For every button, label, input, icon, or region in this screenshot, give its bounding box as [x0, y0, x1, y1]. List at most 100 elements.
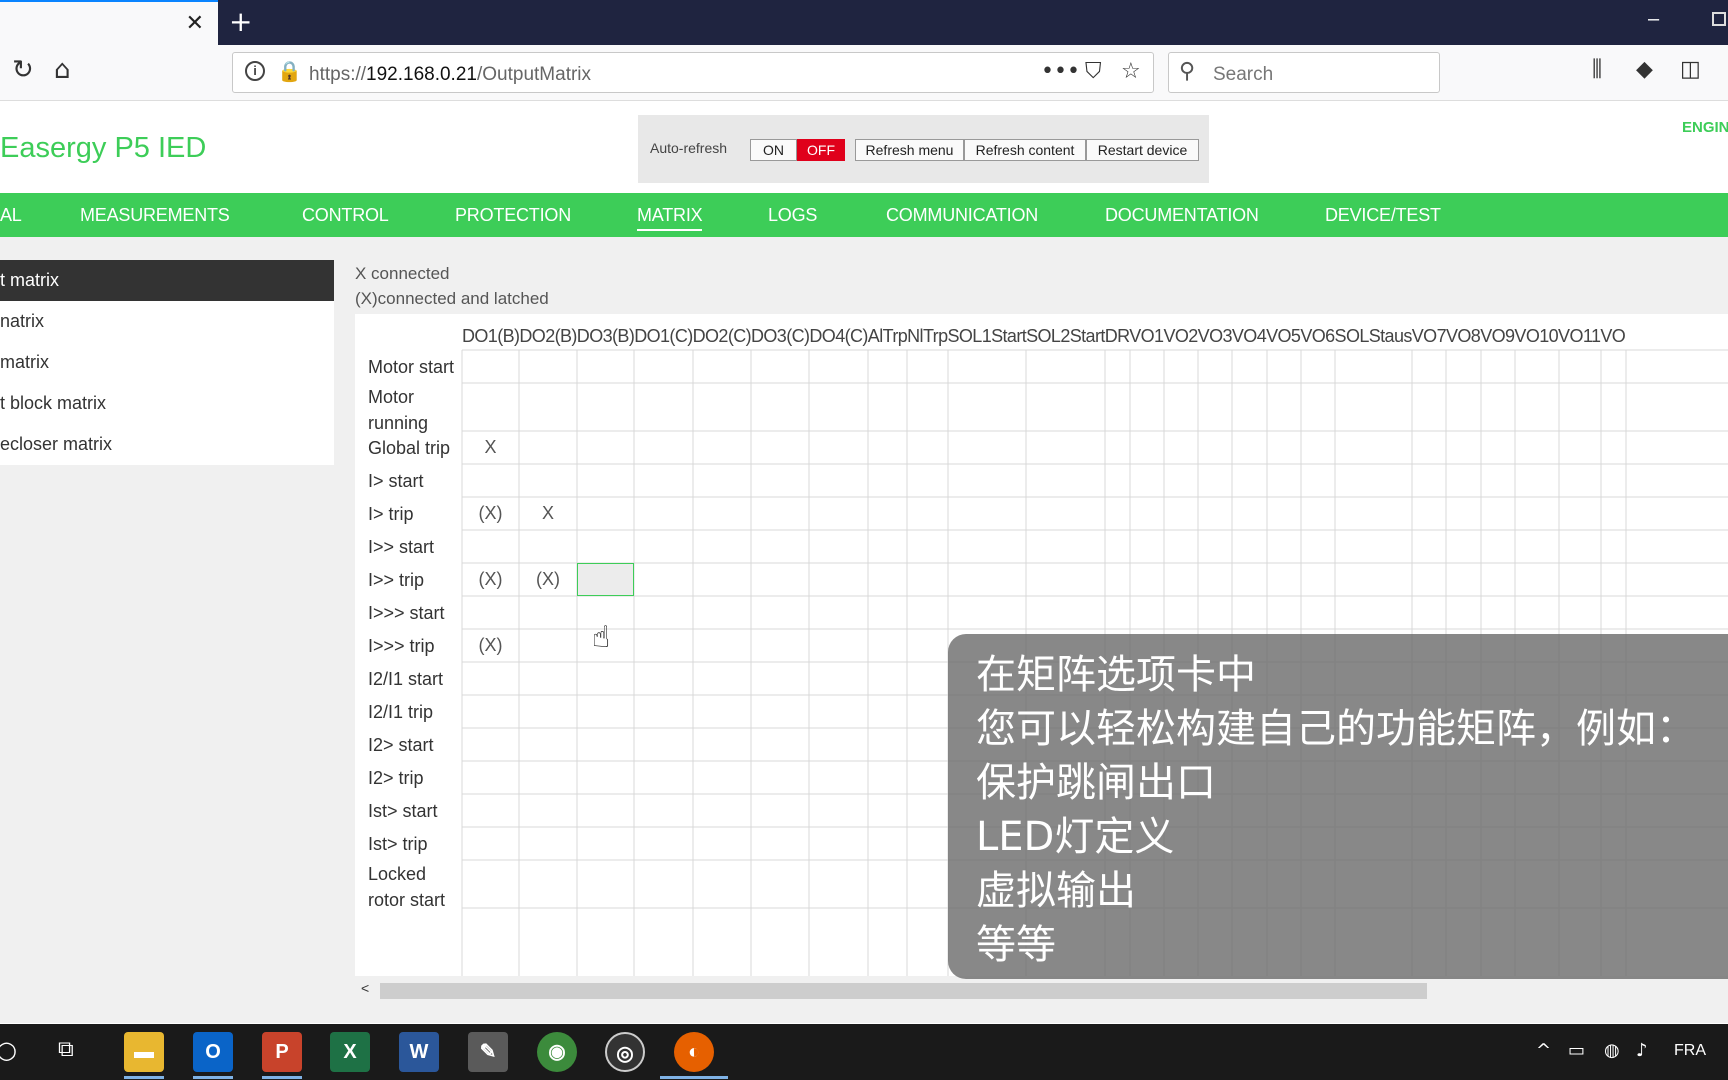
user-role-label: ENGIN [1682, 119, 1728, 136]
search-placeholder: Search [1213, 64, 1274, 85]
battery-icon[interactable]: ▭ [1568, 1040, 1585, 1061]
matrix-cell[interactable]: (X) [461, 503, 521, 524]
sidebar-item-object-matrix[interactable]: matrix [0, 342, 334, 383]
window-maximize-icon[interactable] [1712, 12, 1726, 26]
powerpoint-icon[interactable]: P [262, 1032, 302, 1072]
matrix-cell[interactable]: (X) [518, 569, 578, 590]
url-text[interactable]: https://192.168.0.21/OutputMatrix [309, 64, 591, 86]
refresh-content-button[interactable]: Refresh content [964, 139, 1086, 161]
matrix-row-label: Ist> trip [368, 833, 428, 854]
matrix-cell[interactable]: (X) [461, 569, 521, 590]
network-icon[interactable]: ◍ [1604, 1040, 1620, 1061]
outlook-icon[interactable]: O [193, 1032, 233, 1072]
volume-icon[interactable]: ♪ [1636, 1040, 1648, 1061]
sidebar-toggle-icon[interactable]: ◫ [1680, 57, 1701, 82]
sidebar-item-block-matrix[interactable]: t block matrix [0, 383, 334, 424]
sidebar: t matrix natrix matrix t block matrix ec… [0, 260, 334, 465]
bookmark-star-icon[interactable]: ☆ [1121, 59, 1141, 84]
running-indicator [124, 1076, 164, 1079]
sidebar-item-recloser-matrix[interactable]: ecloser matrix [0, 424, 334, 465]
matrix-row-label: Global trip [368, 437, 451, 458]
info-icon[interactable]: i [245, 61, 265, 81]
matrix-row-label: I2> trip [368, 767, 424, 788]
running-indicator [262, 1076, 302, 1079]
library-icon[interactable]: ⫼ [1592, 57, 1602, 82]
browser-tab-bar: ✕ + – [0, 0, 1728, 45]
matrix-cell-selected[interactable] [577, 563, 634, 596]
subtitle-line: 在矩阵选项卡中 [976, 652, 1256, 698]
hand-cursor-icon: ☝ [592, 620, 611, 655]
matrix-row-label: I> start [368, 470, 424, 491]
subtitle-line: 等等 [976, 922, 1056, 968]
tab-close-icon[interactable]: ✕ [186, 11, 204, 36]
matrix-cell[interactable]: X [518, 503, 578, 524]
extension-icon[interactable]: ◆ [1636, 57, 1653, 82]
matrix-row-label: Ist> start [368, 800, 438, 821]
excel-icon[interactable]: X [330, 1032, 370, 1072]
legend-connected: X connected [355, 264, 450, 283]
word-icon[interactable]: W [399, 1032, 439, 1072]
scrollbar-thumb[interactable] [380, 983, 1427, 999]
tray-chevron-icon[interactable]: ^ [1536, 1040, 1551, 1061]
matrix-row-label: I2/I1 start [368, 668, 444, 689]
task-view-icon[interactable]: ⧉ [58, 1037, 74, 1062]
pocket-icon[interactable]: ⛉ [1085, 59, 1102, 84]
main-menu: AL MEASUREMENTS CONTROL PROTECTION MATRI… [0, 193, 1728, 237]
menu-item-protection[interactable]: PROTECTION [455, 205, 571, 226]
menu-item-logs[interactable]: LOGS [768, 205, 817, 226]
browser-nav-bar: ↻ ⌂ i 🔒 https://192.168.0.21/OutputMatri… [0, 45, 1728, 101]
horizontal-scrollbar[interactable]: < [355, 980, 1728, 1002]
auto-refresh-on-button[interactable]: ON [750, 139, 797, 161]
cortana-icon[interactable]: ○ [0, 1036, 17, 1064]
browser-tab-active[interactable]: ✕ [0, 0, 218, 45]
firefox-icon[interactable]: ◐ [674, 1032, 714, 1072]
subtitle-line: 虚拟输出 [976, 868, 1136, 914]
paint-icon[interactable]: ✎ [468, 1032, 508, 1072]
menu-item-communication[interactable]: COMMUNICATION [886, 205, 1038, 226]
running-indicator [193, 1076, 233, 1079]
auto-refresh-label: Auto-refresh [650, 140, 728, 156]
obs-icon[interactable]: ◎ [605, 1032, 645, 1072]
matrix-cell[interactable]: (X) [461, 635, 521, 656]
matrix-row-label: I>>> start [368, 602, 445, 623]
matrix-row-label: I2/I1 trip [368, 701, 434, 722]
sidebar-item-led-matrix[interactable]: natrix [0, 301, 334, 342]
matrix-row-label: I2> start [368, 734, 434, 755]
menu-item-measurements[interactable]: MEASUREMENTS [80, 205, 230, 226]
menu-item-matrix[interactable]: MATRIX [637, 205, 703, 231]
refresh-menu-button[interactable]: Refresh menu [855, 139, 964, 161]
restart-device-button[interactable]: Restart device [1086, 139, 1199, 161]
reload-icon[interactable]: ↻ [12, 55, 34, 85]
window-minimize-icon[interactable]: – [1648, 8, 1659, 31]
subtitle-overlay: 在矩阵选项卡中 您可以轻松构建自己的功能矩阵，例如： 保护跳闸出口 LED灯定义… [948, 634, 1728, 979]
menu-item-documentation[interactable]: DOCUMENTATION [1105, 205, 1259, 226]
auto-refresh-off-button[interactable]: OFF [797, 139, 845, 161]
chrome-icon[interactable]: ◉ [537, 1032, 577, 1072]
menu-item-general[interactable]: AL [0, 205, 22, 226]
home-icon[interactable]: ⌂ [54, 55, 71, 85]
matrix-row-label: I>> start [368, 536, 435, 557]
matrix-row-label: I>> trip [368, 569, 425, 590]
sidebar-item-output-matrix[interactable]: t matrix [0, 260, 334, 301]
matrix-row-label: I> trip [368, 503, 414, 524]
subtitle-line: 您可以轻松构建自己的功能矩阵，例如： [976, 706, 1696, 752]
new-tab-icon[interactable]: + [229, 5, 252, 38]
matrix-row-label: Locked rotor start [368, 864, 446, 910]
subtitle-line: LED灯定义 [976, 814, 1175, 860]
app-header: Easergy P5 IED Auto-refresh ON OFF Refre… [0, 102, 1728, 192]
language-indicator[interactable]: FRA [1674, 1042, 1706, 1060]
file-explorer-icon[interactable]: ▬ [124, 1032, 164, 1072]
running-indicator [660, 1076, 728, 1079]
url-bar[interactable]: i 🔒 https://192.168.0.21/OutputMatrix ••… [232, 52, 1154, 93]
lock-warning-icon[interactable]: 🔒 [277, 59, 302, 84]
refresh-panel: Auto-refresh ON OFF Refresh menu Refresh… [638, 115, 1209, 183]
more-actions-icon[interactable]: ••• [1041, 59, 1080, 84]
scroll-left-icon[interactable]: < [361, 980, 369, 996]
matrix-cell[interactable]: X [461, 437, 521, 458]
search-input[interactable]: ⚲ Search [1168, 52, 1440, 93]
matrix-column-headers: DO1(B)DO2(B)DO3(B)DO1(C)DO2(C)DO3(C)DO4(… [462, 326, 1626, 346]
app-title: Easergy P5 IED [0, 132, 207, 164]
menu-item-device-test[interactable]: DEVICE/TEST [1325, 205, 1441, 226]
menu-item-control[interactable]: CONTROL [302, 205, 389, 226]
matrix-row-label: I>>> trip [368, 635, 435, 656]
